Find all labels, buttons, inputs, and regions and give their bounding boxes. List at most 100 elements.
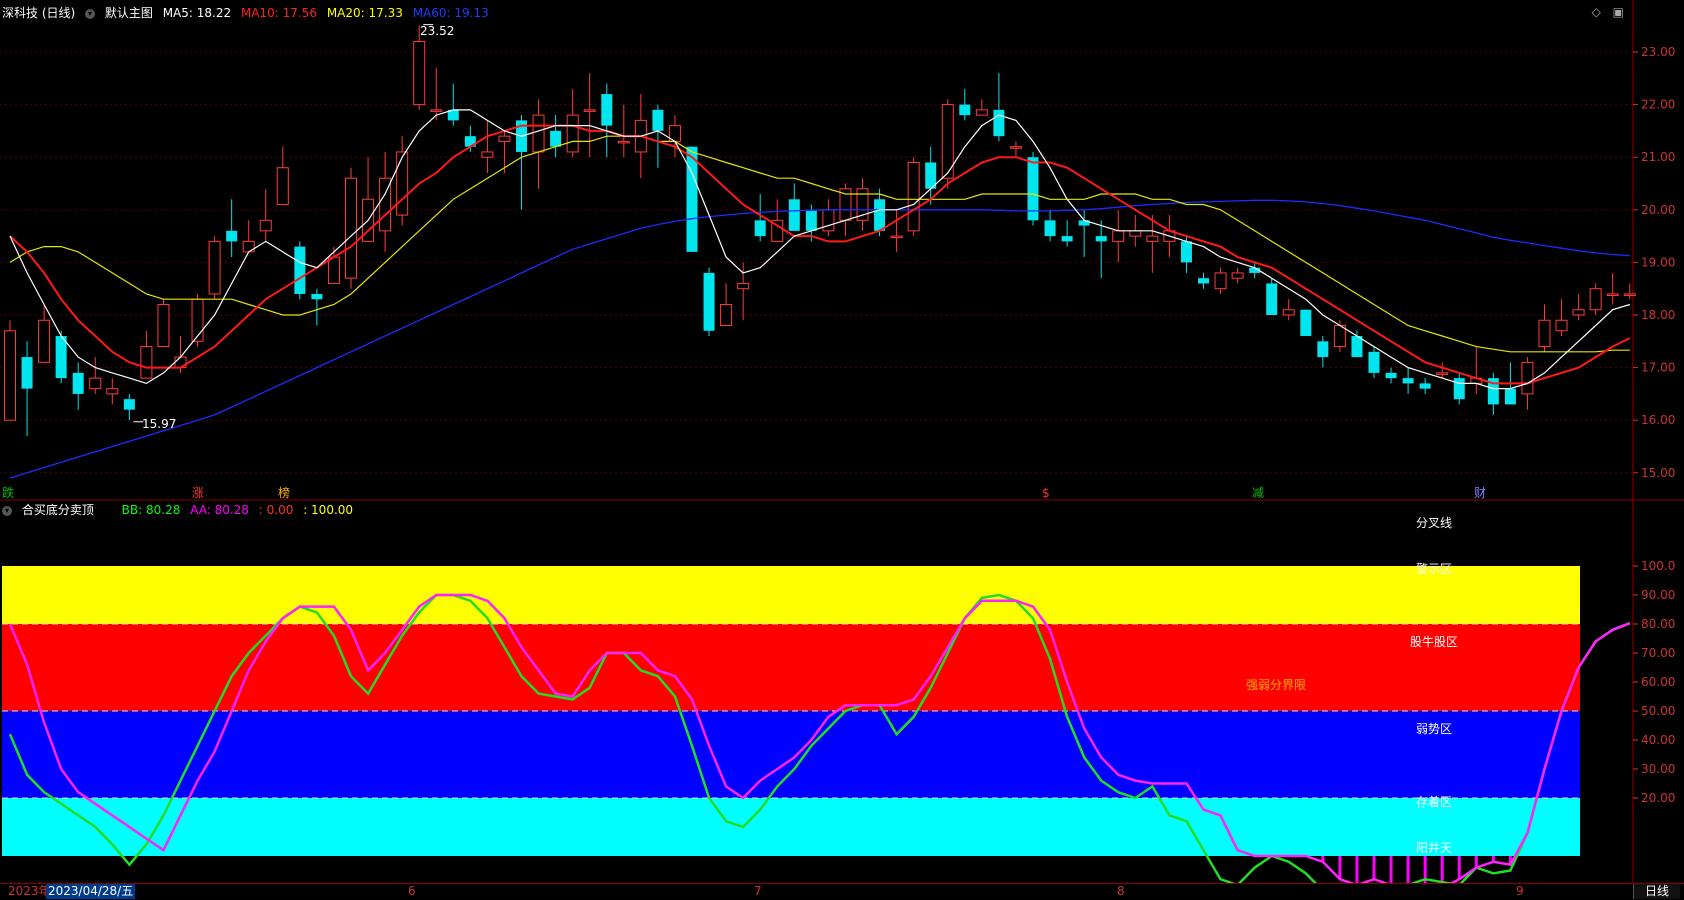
candle [1572,293,1585,321]
month-label: 9 [1516,884,1524,898]
candle-body [1061,236,1073,242]
candle-body [737,282,750,290]
candle-body [413,40,426,106]
indicator-tick-label: 60.00 [1641,675,1675,689]
candle-body [550,130,562,147]
candle [566,88,579,158]
candle [1095,220,1107,279]
candle [362,157,375,242]
indicator-tick-label: 50.00 [1641,704,1675,718]
candle-body [123,399,135,410]
zone-label-top: 分叉线 [1416,516,1452,530]
candle [1266,278,1278,315]
candle [1555,299,1568,337]
candle-body [566,114,579,153]
zone-label-warning: 警示区 [1416,561,1452,576]
candle [311,288,323,326]
candle-body [311,293,323,300]
candle-body [498,135,511,142]
price-tick-label: 22.00 [1641,98,1675,112]
candle [1623,283,1636,300]
candle-body [72,372,84,394]
period-selector[interactable]: 日线 [1633,884,1680,899]
candle-body [242,240,255,253]
candle-body [191,298,204,342]
candle-body [1589,288,1602,311]
candle [123,393,135,421]
candle [430,67,443,121]
candle-body [1214,272,1227,290]
candle [1112,209,1125,263]
candle [668,115,681,158]
candle-body [890,235,903,239]
candle-body [1555,319,1568,332]
candle [771,199,784,242]
candle [1606,272,1619,305]
candle [259,188,272,242]
candle-body [89,377,102,390]
candle [1589,283,1602,315]
stock-chart-canvas[interactable]: 跌 涨 榜 $ 减 财 23.00 22.00 21.00 20.00 19.00 18.00 17.… [0,0,1684,899]
event-label: 财 [1474,486,1486,500]
candle-body [327,256,340,284]
candle [208,236,221,300]
candle [106,378,119,405]
candle [157,299,170,348]
candle [226,199,238,258]
year-label: 2023年 [8,884,51,898]
price-tick-label: 23.00 [1641,45,1675,59]
zone-label-store: 存着区 [1416,794,1452,809]
candle [1487,372,1499,415]
price-tick-label: 18.00 [1641,308,1675,322]
candle-body [38,319,51,363]
candle [583,73,596,158]
candle-body [21,357,33,389]
zone-weak [2,711,1580,798]
candle-body [345,177,357,279]
candle-body [481,151,494,158]
month-label: 7 [754,884,762,898]
candle-body [1300,309,1312,337]
candle-body [1146,235,1159,242]
candle-body [55,336,67,379]
candle-body [583,109,596,112]
candle-body [907,161,920,232]
event-label: 跌 [2,485,14,500]
candle-body [208,240,221,295]
candle [55,330,67,384]
candle-body [1198,278,1209,284]
candle-body [1266,283,1278,315]
candle-body [1317,341,1329,358]
indicator-tick-label: 80.00 [1641,617,1675,631]
zone-label-well: 阳井天 [1416,841,1452,855]
candle [72,362,84,410]
candle [601,83,613,158]
candle-body [276,167,289,206]
high-price-annotation: 23.52 [420,24,454,38]
candle-body [1538,319,1551,348]
candle-body [1129,230,1142,237]
candle [652,104,664,168]
candle [907,157,920,237]
candle [379,151,392,252]
candle-body [1095,236,1107,242]
month-label: 8 [1117,884,1125,898]
candle-body [617,140,630,144]
candle [413,25,426,110]
price-tick-label: 15.00 [1641,466,1675,480]
candle [737,262,750,321]
candle [345,167,357,289]
candle [1231,267,1244,284]
candle [1368,346,1380,379]
candle-body [686,146,698,252]
candle [1402,367,1414,394]
candle [21,341,33,436]
month-label: 6 [408,884,416,898]
date-axis: 2023年 2023/04/28/五 6 7 8 9 日线 [0,883,1684,900]
candle [822,199,835,237]
candle [498,130,511,173]
candle-body [140,346,153,379]
candle-body [1009,146,1022,149]
candle-body [1112,230,1125,242]
candle-body [226,230,238,242]
